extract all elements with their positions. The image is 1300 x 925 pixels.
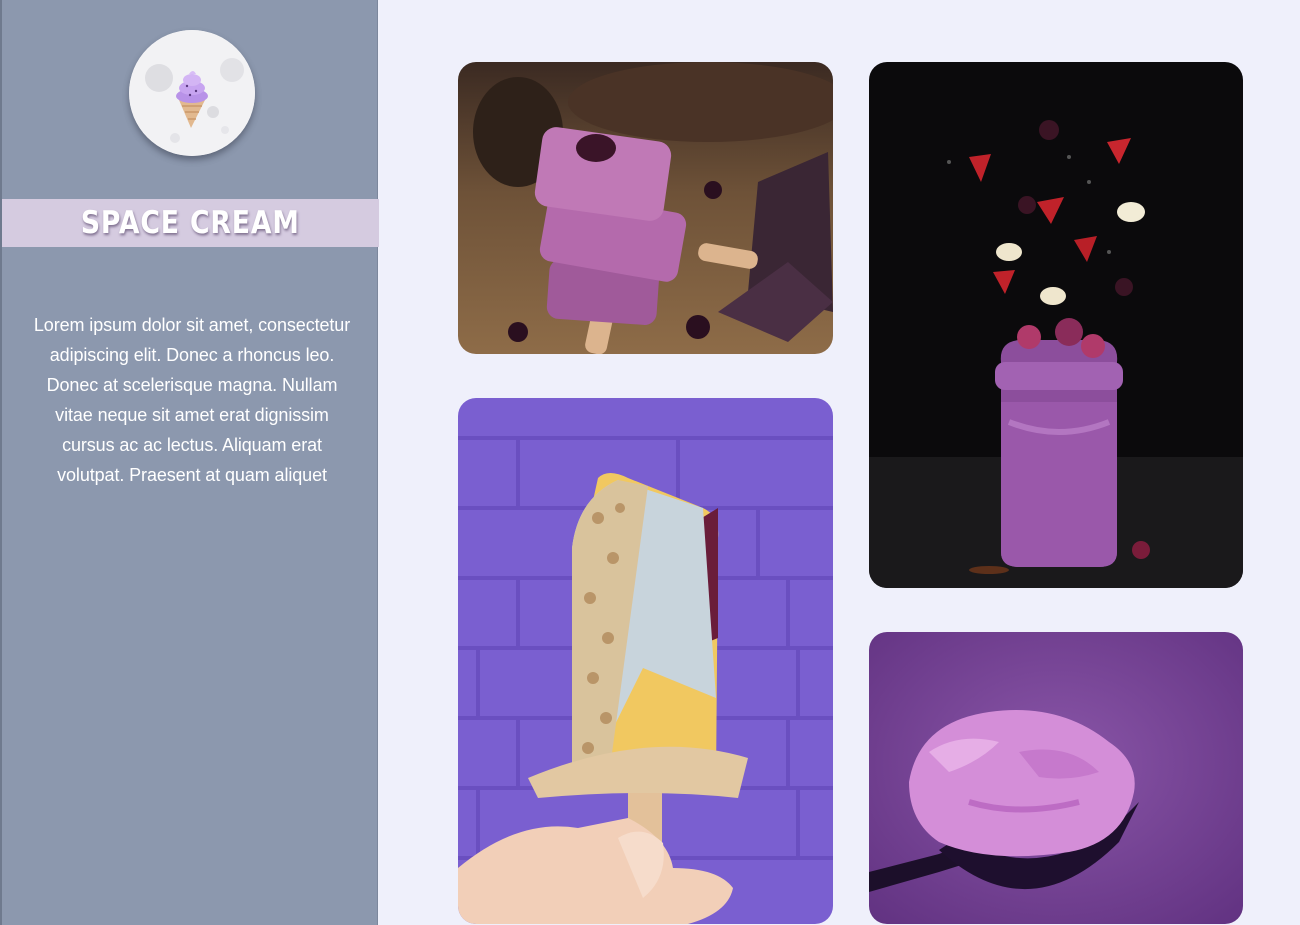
- photo-held-popsicle[interactable]: [458, 398, 833, 924]
- photo-popsicles[interactable]: [458, 62, 833, 354]
- brand-description: Lorem ipsum dolor sit amet, consectetur …: [33, 315, 351, 485]
- scoop-image: [869, 632, 1243, 924]
- sidebar: SPACE CREAM Lorem ipsum dolor sit amet, …: [0, 0, 379, 925]
- popsicles-image: [458, 62, 833, 354]
- logo[interactable]: [129, 30, 255, 156]
- brand-title-band: SPACE CREAM: [2, 199, 379, 247]
- brand-title: SPACE CREAM: [81, 205, 300, 241]
- photo-smoothie-jar[interactable]: [869, 62, 1243, 588]
- photo-scoop[interactable]: [869, 632, 1243, 924]
- ice-cream-cone-moon-icon: [129, 30, 255, 156]
- held-popsicle-image: [458, 398, 833, 924]
- smoothie-jar-image: [869, 62, 1243, 588]
